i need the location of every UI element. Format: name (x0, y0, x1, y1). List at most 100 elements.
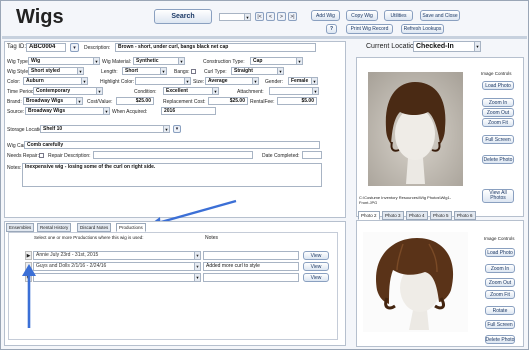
tab-discard-notes[interactable]: Discard Notes (77, 223, 112, 232)
description-field[interactable]: Brown - short, under curl, bangs black n… (115, 43, 316, 52)
wig-material-select[interactable]: Synthetic ▼ (133, 57, 185, 65)
utilities-button[interactable]: Utilities (384, 10, 413, 21)
construction-type-label: Construction Type: (203, 59, 245, 65)
length-value: Short (125, 68, 139, 74)
construction-type-select[interactable]: Cap ▼ (250, 57, 303, 65)
delete-photo-2-button[interactable]: Delete Photo (485, 335, 515, 344)
brand-value: Broadway Wigs (26, 98, 64, 104)
view-production-button[interactable]: View (303, 273, 329, 282)
view-production-button[interactable]: View (303, 251, 329, 260)
tag-id-lookup-button[interactable]: ▾ (70, 43, 79, 52)
wig-style-select[interactable]: Short styled ▼ (28, 67, 84, 75)
chevron-down-icon: ▼ (252, 78, 258, 84)
tab-productions[interactable]: Productions (116, 223, 146, 232)
when-acquired-field[interactable]: 2016 (161, 107, 216, 115)
notes-column-header: Notes (205, 235, 219, 241)
delete-photo-button[interactable]: Delete Photo (482, 155, 514, 164)
gender-label: Gender: (265, 79, 284, 85)
size-select[interactable]: Average ▼ (205, 77, 259, 85)
production-note-field[interactable]: Added more curl to style (203, 262, 299, 271)
highlight-color-label: Highlight Color: (100, 79, 135, 85)
production-note-field[interactable] (203, 273, 299, 282)
source-select[interactable]: Broadway Wigs ▼ (25, 107, 110, 115)
highlight-color-select[interactable]: ▼ (135, 77, 191, 85)
tab-photo-3[interactable]: Photo 3 (382, 211, 404, 220)
full-screen-2-button[interactable]: Full Screen (485, 320, 515, 329)
next-record-button[interactable]: > (277, 12, 286, 21)
first-record-button[interactable]: |< (255, 12, 264, 21)
tag-id-field[interactable]: ABC0004 (26, 43, 66, 52)
zoom-out-2-button[interactable]: Zoom Out (485, 278, 515, 287)
current-location-field[interactable]: Checked-In ▼ (413, 41, 481, 52)
storage-lookup-button[interactable]: ▾ (173, 125, 181, 133)
rental-fee-field[interactable]: $5.00 (277, 97, 317, 105)
brand-select[interactable]: Broadway Wigs ▼ (23, 97, 83, 105)
attachment-select[interactable]: ▼ (269, 87, 319, 95)
tab-ensembles[interactable]: Ensembles (6, 223, 35, 232)
refresh-lookups-button[interactable]: Refresh Lookups (401, 24, 444, 34)
print-wig-record-button[interactable]: Print Wig Record (346, 24, 393, 34)
notes-field[interactable]: Inexpensive wig - losing some of the cur… (22, 163, 322, 187)
wig-care-field[interactable]: Comb carefully (24, 141, 320, 149)
condition-select[interactable]: Excellent ▼ (163, 87, 219, 95)
search-button[interactable]: Search (154, 9, 212, 24)
view-all-photos-button[interactable]: View All Photos (482, 189, 514, 203)
last-record-button[interactable]: >| (288, 12, 297, 21)
tab-photo-2[interactable]: Photo 2 (358, 211, 380, 220)
image-controls-title: Image Controls (481, 71, 512, 76)
zoom-fit-button[interactable]: Zoom Fit (482, 118, 514, 127)
curl-type-select[interactable]: Straight ▼ (231, 67, 284, 75)
tab-photo-4[interactable]: Photo 4 (406, 211, 428, 220)
tab-rental-history[interactable]: Rental History (37, 223, 72, 232)
tab-photo-6[interactable]: Photo 6 (454, 211, 476, 220)
zoom-in-2-button[interactable]: Zoom In (485, 264, 515, 273)
zoom-out-button[interactable]: Zoom Out (482, 108, 514, 117)
bangs-checkbox[interactable] (191, 69, 196, 74)
rotate-button[interactable]: Rotate (485, 306, 515, 315)
load-photo-2-button[interactable]: Load Photo (485, 248, 515, 257)
gender-select[interactable]: Female ▼ (288, 77, 318, 85)
zoom-fit-2-button[interactable]: Zoom Fit (485, 290, 515, 299)
replacement-cost-field[interactable]: $25.00 (208, 97, 248, 105)
view-production-button[interactable]: View (303, 262, 329, 271)
production-name: Annie July 23rd - 31st, 2015 (36, 252, 99, 258)
search-combo[interactable]: ▼ (219, 13, 251, 21)
callout-arrow-icon (22, 264, 36, 328)
attachment-label: Attachment: (237, 89, 264, 95)
tab-photo-5[interactable]: Photo 5 (430, 211, 452, 220)
repair-description-field[interactable] (93, 151, 253, 159)
length-select[interactable]: Short ▼ (122, 67, 167, 75)
date-completed-label: Date Completed: (262, 153, 300, 159)
wig-material-label: Wig Material: (102, 59, 132, 65)
wig-type-select[interactable]: Wig ▼ (28, 57, 100, 65)
replacement-cost-label: Replacement Cost: (163, 99, 206, 105)
production-select[interactable]: Guys and Dolls 2/1/16 - 2/24/16 ▼ (33, 262, 201, 271)
description-label: Description: (84, 45, 111, 51)
source-value: Broadway Wigs (28, 108, 66, 114)
storage-location-select[interactable]: Shelf 10 ▼ (40, 125, 170, 133)
date-completed-field[interactable] (302, 151, 322, 159)
row-selector[interactable]: ▶ (25, 251, 32, 260)
chevron-down-icon: ▼ (81, 78, 87, 84)
curl-type-label: Curl Type: (204, 69, 227, 75)
production-note-field[interactable] (203, 251, 299, 260)
needs-repair-checkbox[interactable] (39, 153, 44, 158)
production-select[interactable]: ▼ (33, 273, 201, 282)
zoom-in-button[interactable]: Zoom In (482, 98, 514, 107)
chevron-down-icon: ▼ (194, 263, 200, 270)
color-select[interactable]: Auburn ▼ (23, 77, 88, 85)
help-button[interactable]: ? (326, 24, 337, 34)
copy-wig-button[interactable]: Copy Wig (346, 10, 378, 21)
add-wig-button[interactable]: Add Wig (311, 10, 340, 21)
time-period-select[interactable]: Contemporary ▼ (33, 87, 103, 95)
full-screen-button[interactable]: Full Screen (482, 135, 514, 144)
load-photo-button[interactable]: Load Photo (482, 81, 514, 90)
cost-value-field[interactable]: $25.00 (116, 97, 154, 105)
previous-record-button[interactable]: < (266, 12, 275, 21)
production-select[interactable]: Annie July 23rd - 31st, 2015 ▼ (33, 251, 201, 260)
color-label: Color: (7, 79, 21, 85)
wig-material-value: Synthetic (136, 58, 159, 64)
tag-id-label: Tag ID: (7, 44, 27, 50)
save-and-close-button[interactable]: Save and Close (420, 10, 460, 21)
color-value: Auburn (26, 78, 44, 84)
